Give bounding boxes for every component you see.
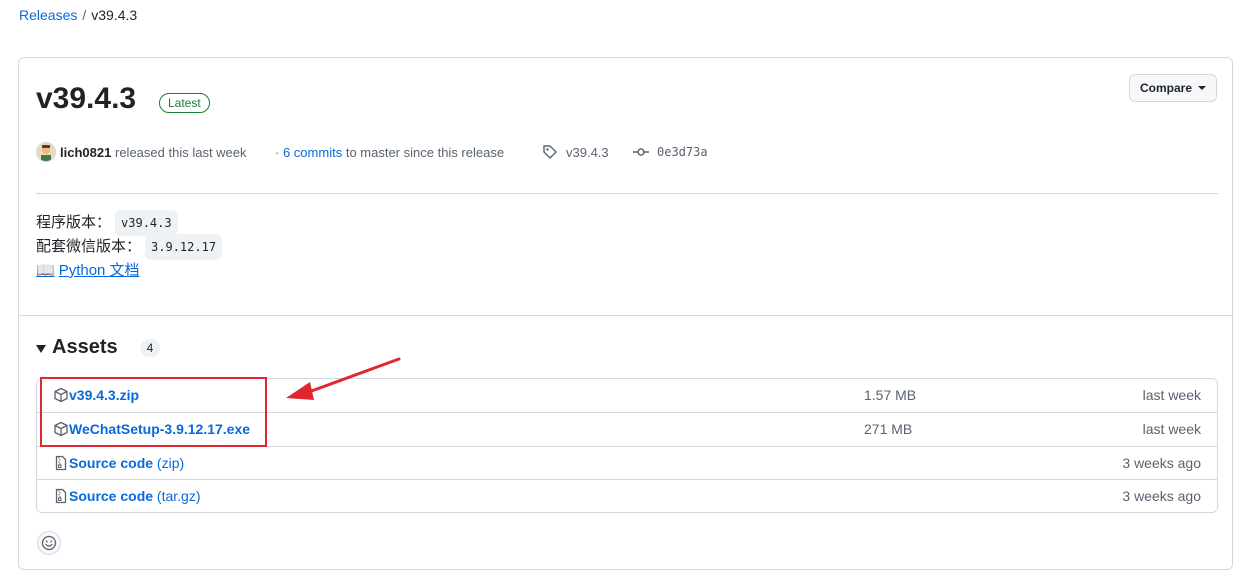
release-card: v39.4.3 Latest Compare lich0821 released… — [18, 57, 1233, 570]
asset-size: 271 MB — [864, 421, 913, 437]
source-code-zip-link[interactable]: Source code (zip) — [69, 455, 184, 471]
asset-date: last week — [1142, 387, 1201, 403]
breadcrumb-separator: / — [82, 7, 87, 23]
doc-line: 📖 Python 文档 — [36, 259, 222, 283]
annotation-highlight-box — [40, 377, 267, 447]
asset-date: last week — [1142, 421, 1201, 437]
commits-suffix: to master since this release — [345, 144, 505, 160]
tag-label: v39.4.3 — [566, 144, 609, 160]
compare-label: Compare — [1139, 81, 1192, 95]
assets-count-badge: 4 — [139, 338, 161, 357]
commits-link[interactable]: 6 commits — [283, 145, 342, 160]
smiley-icon — [41, 535, 57, 551]
program-version-code: v39.4.3 — [115, 210, 178, 236]
git-commit-icon — [633, 148, 649, 156]
source-code-format: (tar.gz) — [156, 488, 201, 504]
add-reaction-button[interactable] — [37, 531, 61, 555]
breadcrumb-current: v39.4.3 — [91, 7, 138, 23]
commits-prefix: · — [275, 144, 280, 160]
commit-link[interactable]: 0e3d73a — [633, 141, 708, 163]
source-code-label: Source code — [69, 488, 154, 504]
assets-toggle[interactable]: Assets 4 — [36, 336, 161, 359]
commit-sha: 0e3d73a — [657, 145, 708, 159]
latest-badge: Latest — [159, 93, 210, 113]
file-zip-icon — [55, 455, 67, 471]
breadcrumb: Releases / v39.4.3 — [19, 7, 137, 23]
caret-down-icon — [1198, 86, 1206, 90]
asset-date: 3 weeks ago — [1122, 488, 1201, 504]
release-title[interactable]: v39.4.3 — [36, 82, 136, 116]
asset-size: 1.57 MB — [864, 387, 917, 403]
meta-divider — [36, 193, 1218, 194]
program-version-label: 程序版本： — [36, 214, 112, 231]
python-docs-link[interactable]: 📖 Python 文档 — [36, 259, 140, 283]
avatar[interactable] — [36, 142, 56, 162]
release-notes: 程序版本： v39.4.3 配套微信版本： 3.9.12.17 📖 Python… — [36, 210, 223, 283]
source-code-format: (zip) — [156, 455, 185, 471]
wechat-version-label: 配套微信版本： — [36, 238, 142, 255]
program-version-line: 程序版本： v39.4.3 — [36, 210, 222, 236]
book-icon: 📖 — [36, 262, 55, 279]
wechat-version-code: 3.9.12.17 — [145, 234, 223, 260]
asset-row: Source code (zip) 3 weeks ago — [37, 446, 1217, 479]
asset-row: Source code (tar.gz) 3 weeks ago — [37, 479, 1217, 512]
released-text: released this last week — [115, 144, 247, 160]
triangle-down-icon — [36, 344, 46, 353]
wechat-version-line: 配套微信版本： 3.9.12.17 — [36, 234, 223, 260]
source-code-targz-link[interactable]: Source code (tar.gz) — [69, 488, 201, 504]
breadcrumb-releases-link[interactable]: Releases — [19, 7, 77, 23]
asset-date: 3 weeks ago — [1122, 455, 1201, 471]
file-zip-icon — [55, 488, 67, 504]
commits-info: · 6 commits to master since this release — [275, 141, 504, 163]
tag-link[interactable]: v39.4.3 — [542, 141, 609, 163]
assets-divider — [19, 315, 1232, 316]
release-meta: lich0821 released this last week · 6 com… — [36, 141, 1216, 163]
tag-icon — [543, 145, 557, 159]
compare-button[interactable]: Compare — [1128, 74, 1217, 102]
source-code-label: Source code — [69, 455, 154, 471]
author-link[interactable]: lich0821 — [60, 141, 111, 163]
python-docs-label: Python 文档 — [58, 262, 140, 279]
annotation-arrow — [286, 357, 401, 400]
assets-label: Assets — [52, 336, 118, 358]
